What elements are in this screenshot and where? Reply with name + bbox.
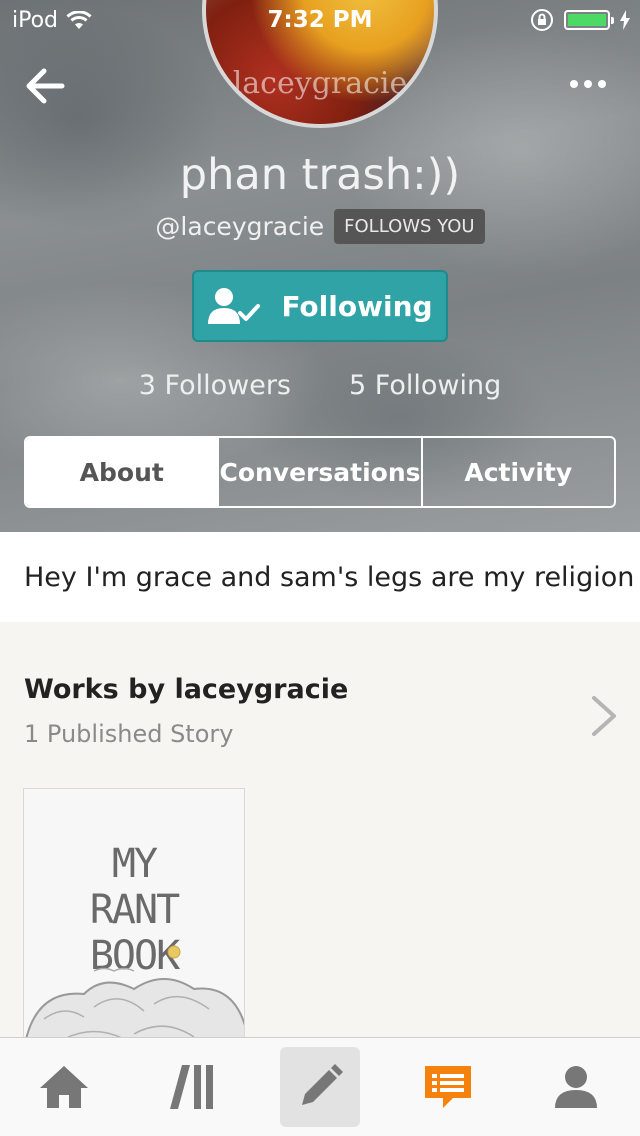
orientation-lock-icon [531, 9, 553, 31]
tab-activity[interactable]: Activity [420, 438, 614, 506]
book-cover-illustration [24, 945, 244, 1047]
username-handle: @laceygracie [155, 212, 325, 241]
battery-icon [564, 10, 614, 30]
pencil-icon [302, 1064, 343, 1105]
profile-header: laceygracie iPod 7:32 PM phan trash:)) @… [0, 0, 640, 532]
nav-write[interactable] [256, 1038, 384, 1136]
follows-you-badge: FOLLOWS YOU [334, 209, 485, 244]
user-check-icon [208, 288, 261, 324]
home-icon [40, 1066, 88, 1108]
book-cover[interactable]: MY RANT BOOK [23, 788, 245, 1048]
display-name: phan trash:)) [179, 150, 461, 200]
nav-library[interactable] [128, 1038, 256, 1136]
profile-tabs: About Conversations Activity [24, 436, 616, 508]
library-icon [170, 1065, 213, 1109]
status-bar: iPod 7:32 PM [0, 0, 640, 40]
tab-conversations[interactable]: Conversations [217, 438, 421, 506]
following-count[interactable]: 5 Following [349, 370, 501, 401]
charging-icon [620, 10, 630, 30]
nav-profile[interactable] [512, 1038, 640, 1136]
following-button-label: Following [281, 289, 433, 323]
works-title[interactable]: Works by laceygracie [24, 674, 348, 705]
nav-home[interactable] [0, 1038, 128, 1136]
chevron-right-icon[interactable] [588, 694, 620, 738]
about-section: Hey I'm grace and sam's legs are my reli… [0, 532, 640, 622]
profile-icon [555, 1066, 597, 1108]
following-button[interactable]: Following [192, 270, 448, 342]
avatar-watermark: laceygracie [232, 66, 408, 101]
followers-count[interactable]: 3 Followers [139, 370, 291, 401]
more-options-icon[interactable] [570, 72, 614, 96]
bottom-tab-bar [0, 1037, 640, 1136]
handle-row: @laceygracie FOLLOWS YOU [0, 209, 640, 244]
messages-icon [425, 1066, 471, 1108]
nav-messages[interactable] [384, 1038, 512, 1136]
back-arrow-icon[interactable] [22, 62, 70, 110]
tab-about[interactable]: About [26, 438, 218, 506]
works-count: 1 Published Story [24, 720, 234, 748]
about-text: Hey I'm grace and sam's legs are my reli… [24, 561, 635, 593]
follow-counts: 3 Followers 5 Following [0, 370, 640, 401]
